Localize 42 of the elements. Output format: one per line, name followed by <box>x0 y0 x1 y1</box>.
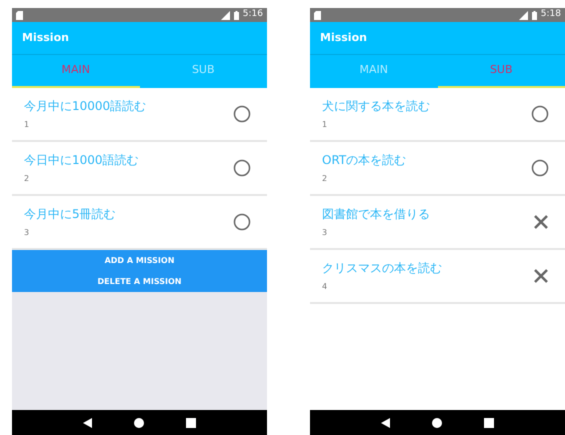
home-icon[interactable] <box>134 418 144 428</box>
signal-icon <box>518 10 528 20</box>
home-icon[interactable] <box>432 418 442 428</box>
mission-title: 犬に関する本を読む <box>322 98 431 115</box>
status-time: 5:18 <box>540 8 561 22</box>
mission-item[interactable]: 今月中に5冊読む 3 <box>12 196 267 250</box>
mission-number: 3 <box>24 227 30 239</box>
app-title: Mission <box>22 30 69 46</box>
mission-title: 図書館で本を借りる <box>322 206 431 223</box>
mission-item[interactable]: 今日中に1000語読む 2 <box>12 142 267 196</box>
mission-number: 1 <box>24 119 30 131</box>
battery-icon <box>532 10 537 20</box>
mission-title: 今月中に5冊読む <box>24 206 117 223</box>
sd-card-icon <box>16 10 23 20</box>
mission-item[interactable]: 今月中に10000語読む 1 <box>12 88 267 142</box>
action-button[interactable]: ADD A MISSION <box>12 250 267 271</box>
mission-number: 4 <box>322 281 328 293</box>
mission-title: ORTの本を読む <box>322 152 408 169</box>
recents-icon[interactable] <box>186 418 196 428</box>
circle-icon[interactable] <box>233 105 251 123</box>
sd-card-icon <box>314 10 321 20</box>
circle-icon[interactable] <box>531 105 549 123</box>
cross-icon[interactable] <box>533 214 549 230</box>
mission-number: 2 <box>24 173 30 185</box>
circle-icon[interactable] <box>233 213 251 231</box>
circle-icon[interactable] <box>233 159 251 177</box>
mission-title: 今日中に1000語読む <box>24 152 140 169</box>
mission-title: クリスマスの本を読む <box>322 260 443 277</box>
action-button[interactable]: DELETE A MISSION <box>12 271 267 292</box>
mission-number: 1 <box>322 119 328 131</box>
back-icon[interactable] <box>380 418 391 428</box>
circle-icon[interactable] <box>531 159 549 177</box>
signal-icon <box>220 10 230 20</box>
cross-icon[interactable] <box>533 268 549 284</box>
mission-number: 3 <box>322 227 328 239</box>
battery-icon <box>234 10 239 20</box>
mission-title: 今月中に10000語読む <box>24 98 148 115</box>
back-icon[interactable] <box>82 418 93 428</box>
status-time: 5:16 <box>242 8 263 22</box>
app-title: Mission <box>320 30 367 46</box>
mission-number: 2 <box>322 173 328 185</box>
recents-icon[interactable] <box>484 418 494 428</box>
